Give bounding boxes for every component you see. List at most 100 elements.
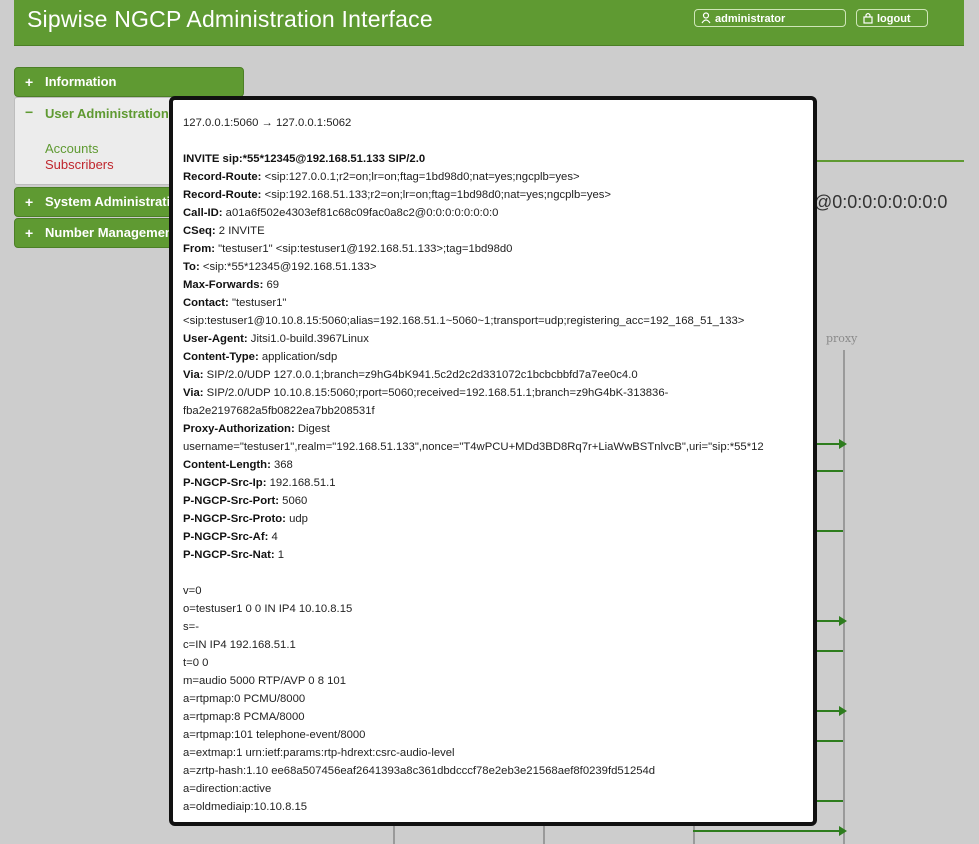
sdp-line: c=IN IP4 192.168.51.1 bbox=[183, 636, 296, 654]
sip-message-arrow[interactable] bbox=[693, 826, 847, 836]
lane-label-proxy: proxy bbox=[826, 332, 858, 345]
header-field-name: Content-Length: bbox=[183, 459, 271, 471]
sip-message-arrow[interactable] bbox=[817, 616, 847, 626]
header-field-value: <sip:*55*12345@192.168.51.133> bbox=[199, 261, 377, 273]
arrow-head-icon bbox=[839, 826, 847, 836]
header-field-value: Digest bbox=[294, 423, 330, 435]
sdp-line: v=0 bbox=[183, 582, 202, 600]
sip-message-arrow[interactable] bbox=[817, 530, 843, 532]
sip-header-line: User-Agent: Jitsi1.0-build.3967Linux bbox=[183, 330, 369, 348]
header-field-name: Via: bbox=[183, 369, 204, 381]
logout-label: logout bbox=[877, 13, 911, 25]
header-field-value: c=IN IP4 192.168.51.1 bbox=[183, 639, 296, 651]
sip-header-line: <sip:testuser1@10.10.8.15:5060;alias=192… bbox=[183, 312, 744, 330]
sip-header-line: Via: SIP/2.0/UDP 127.0.0.1;branch=z9hG4b… bbox=[183, 366, 638, 384]
sip-header-line: Max-Forwards: 69 bbox=[183, 276, 279, 294]
sip-header-line: Content-Length: 368 bbox=[183, 456, 293, 474]
header-field-value: SIP/2.0/UDP 10.10.8.15:5060;rport=5060;r… bbox=[203, 387, 669, 399]
user-account-button[interactable]: administrator bbox=[694, 9, 846, 27]
sip-header-line: P-NGCP-Src-Port: 5060 bbox=[183, 492, 307, 510]
header-field-name: P-NGCP-Src-Af: bbox=[183, 531, 269, 543]
sidebar-item-label: Number Management bbox=[45, 225, 178, 240]
header-field-value: 5060 bbox=[279, 495, 308, 507]
header-field-name: P-NGCP-Src-Ip: bbox=[183, 477, 267, 489]
header-field-name: Via: bbox=[183, 387, 204, 399]
sdp-line: a=rtpmap:0 PCMU/8000 bbox=[183, 690, 305, 708]
sidebar-item-label: System Administration bbox=[45, 194, 187, 209]
arrow-head-icon bbox=[839, 616, 847, 626]
header-field-value: 368 bbox=[270, 459, 293, 471]
lock-icon bbox=[863, 12, 873, 24]
expand-icon: + bbox=[25, 194, 34, 210]
header-field-name: Call-ID: bbox=[183, 207, 223, 219]
app-header: Sipwise NGCP Administration Interface ad… bbox=[14, 0, 964, 46]
header-field-name: Contact: bbox=[183, 297, 229, 309]
header-field-value: Jitsi1.0-build.3967Linux bbox=[247, 333, 369, 345]
sdp-line: a=extmap:1 urn:ietf:params:rtp-hdrext:cs… bbox=[183, 744, 455, 762]
header-field-name: Record-Route: bbox=[183, 189, 262, 201]
expand-icon: + bbox=[25, 225, 34, 241]
sidebar-link-accounts[interactable]: Accounts bbox=[45, 141, 98, 156]
header-field-value: application/sdp bbox=[258, 351, 338, 363]
logout-button[interactable]: logout bbox=[856, 9, 928, 27]
header-field-value: <sip:testuser1@10.10.8.15:5060;alias=192… bbox=[183, 315, 745, 327]
sip-header-line: To: <sip:*55*12345@192.168.51.133> bbox=[183, 258, 376, 276]
sip-message-arrow[interactable] bbox=[817, 706, 847, 716]
sip-header-line: Record-Route: <sip:127.0.0.1;r2=on;lr=on… bbox=[183, 168, 580, 186]
sip-message-arrow[interactable] bbox=[817, 650, 843, 652]
lifeline bbox=[693, 824, 695, 844]
header-field-name: P-NGCP-Src-Port: bbox=[183, 495, 280, 507]
header-field-name: Max-Forwards: bbox=[183, 279, 264, 291]
sip-header-line: P-NGCP-Src-Nat: 1 bbox=[183, 546, 284, 564]
expand-icon: + bbox=[25, 74, 34, 90]
header-field-name: P-NGCP-Src-Nat: bbox=[183, 549, 275, 561]
arrow-head-icon bbox=[839, 706, 847, 716]
lifeline bbox=[543, 824, 545, 844]
header-field-name: From: bbox=[183, 243, 216, 255]
user-account-label: administrator bbox=[715, 13, 786, 25]
lifeline bbox=[393, 824, 395, 844]
header-field-name: Record-Route: bbox=[183, 171, 262, 183]
header-field-name: Content-Type: bbox=[183, 351, 259, 363]
header-field-name: To: bbox=[183, 261, 200, 273]
sdp-line: a=direction:active bbox=[183, 780, 271, 798]
sdp-line: m=audio 5000 RTP/AVP 0 8 101 bbox=[183, 672, 346, 690]
arrow-head-icon bbox=[839, 439, 847, 449]
sidebar-item-information[interactable]: + Information bbox=[14, 67, 244, 97]
sidebar-link-subscribers[interactable]: Subscribers bbox=[45, 157, 114, 172]
header-field-name: Proxy-Authorization: bbox=[183, 423, 295, 435]
header-field-value: a=oldmediaip:10.10.8.15 bbox=[183, 801, 308, 813]
header-field-value: a=direction:active bbox=[183, 783, 272, 795]
sip-header-line: P-NGCP-Src-Af: 4 bbox=[183, 528, 278, 546]
header-field-value: a=rtpmap:101 telephone-event/8000 bbox=[183, 729, 366, 741]
call-id-heading: @0:0:0:0:0:0:0:0 bbox=[814, 192, 948, 212]
header-field-value: "testuser1" <sip:testuser1@192.168.51.13… bbox=[215, 243, 513, 255]
sdp-line: o=testuser1 0 0 IN IP4 10.10.8.15 bbox=[183, 600, 352, 618]
header-field-value: a=rtpmap:8 PCMA/8000 bbox=[183, 711, 305, 723]
header-field-value: 127.0.0.1:5060 → 127.0.0.1:5062 bbox=[183, 117, 352, 129]
sdp-line: a=rtpmap:101 telephone-event/8000 bbox=[183, 726, 365, 744]
header-field-value: SIP/2.0/UDP 127.0.0.1;branch=z9hG4bK941.… bbox=[203, 369, 638, 381]
header-field-value: v=0 bbox=[183, 585, 202, 597]
sip-header-line: CSeq: 2 INVITE bbox=[183, 222, 265, 240]
sip-header-line: From: "testuser1" <sip:testuser1@192.168… bbox=[183, 240, 512, 258]
sip-message-arrow[interactable] bbox=[817, 470, 843, 472]
section-divider bbox=[816, 160, 964, 162]
header-field-value: username="testuser1",realm="192.168.51.1… bbox=[183, 441, 764, 453]
app-title: Sipwise NGCP Administration Interface bbox=[27, 6, 433, 32]
sip-header-line: Contact: "testuser1" bbox=[183, 294, 286, 312]
sip-message-arrow[interactable] bbox=[817, 439, 847, 449]
sdp-line: s=- bbox=[183, 618, 199, 636]
sip-header-line: Proxy-Authorization: Digest bbox=[183, 420, 330, 438]
header-field-value: t=0 0 bbox=[183, 657, 209, 669]
header-field-value: m=audio 5000 RTP/AVP 0 8 101 bbox=[183, 675, 346, 687]
header-field-name: P-NGCP-Src-Proto: bbox=[183, 513, 286, 525]
sip-message-arrow[interactable] bbox=[817, 740, 843, 742]
user-icon bbox=[701, 12, 711, 24]
header-field-value: o=testuser1 0 0 IN IP4 10.10.8.15 bbox=[183, 603, 353, 615]
header-field-value: <sip:127.0.0.1;r2=on;lr=on;ftag=1bd98d0;… bbox=[261, 171, 580, 183]
sip-message-arrow[interactable] bbox=[817, 800, 843, 802]
message-route: 127.0.0.1:5060 → 127.0.0.1:5062 bbox=[183, 114, 351, 132]
header-field-value: a=zrtp-hash:1.10 ee68a507456eaf2641393a8… bbox=[183, 765, 656, 777]
sip-header-line: Via: SIP/2.0/UDP 10.10.8.15:5060;rport=5… bbox=[183, 384, 668, 402]
